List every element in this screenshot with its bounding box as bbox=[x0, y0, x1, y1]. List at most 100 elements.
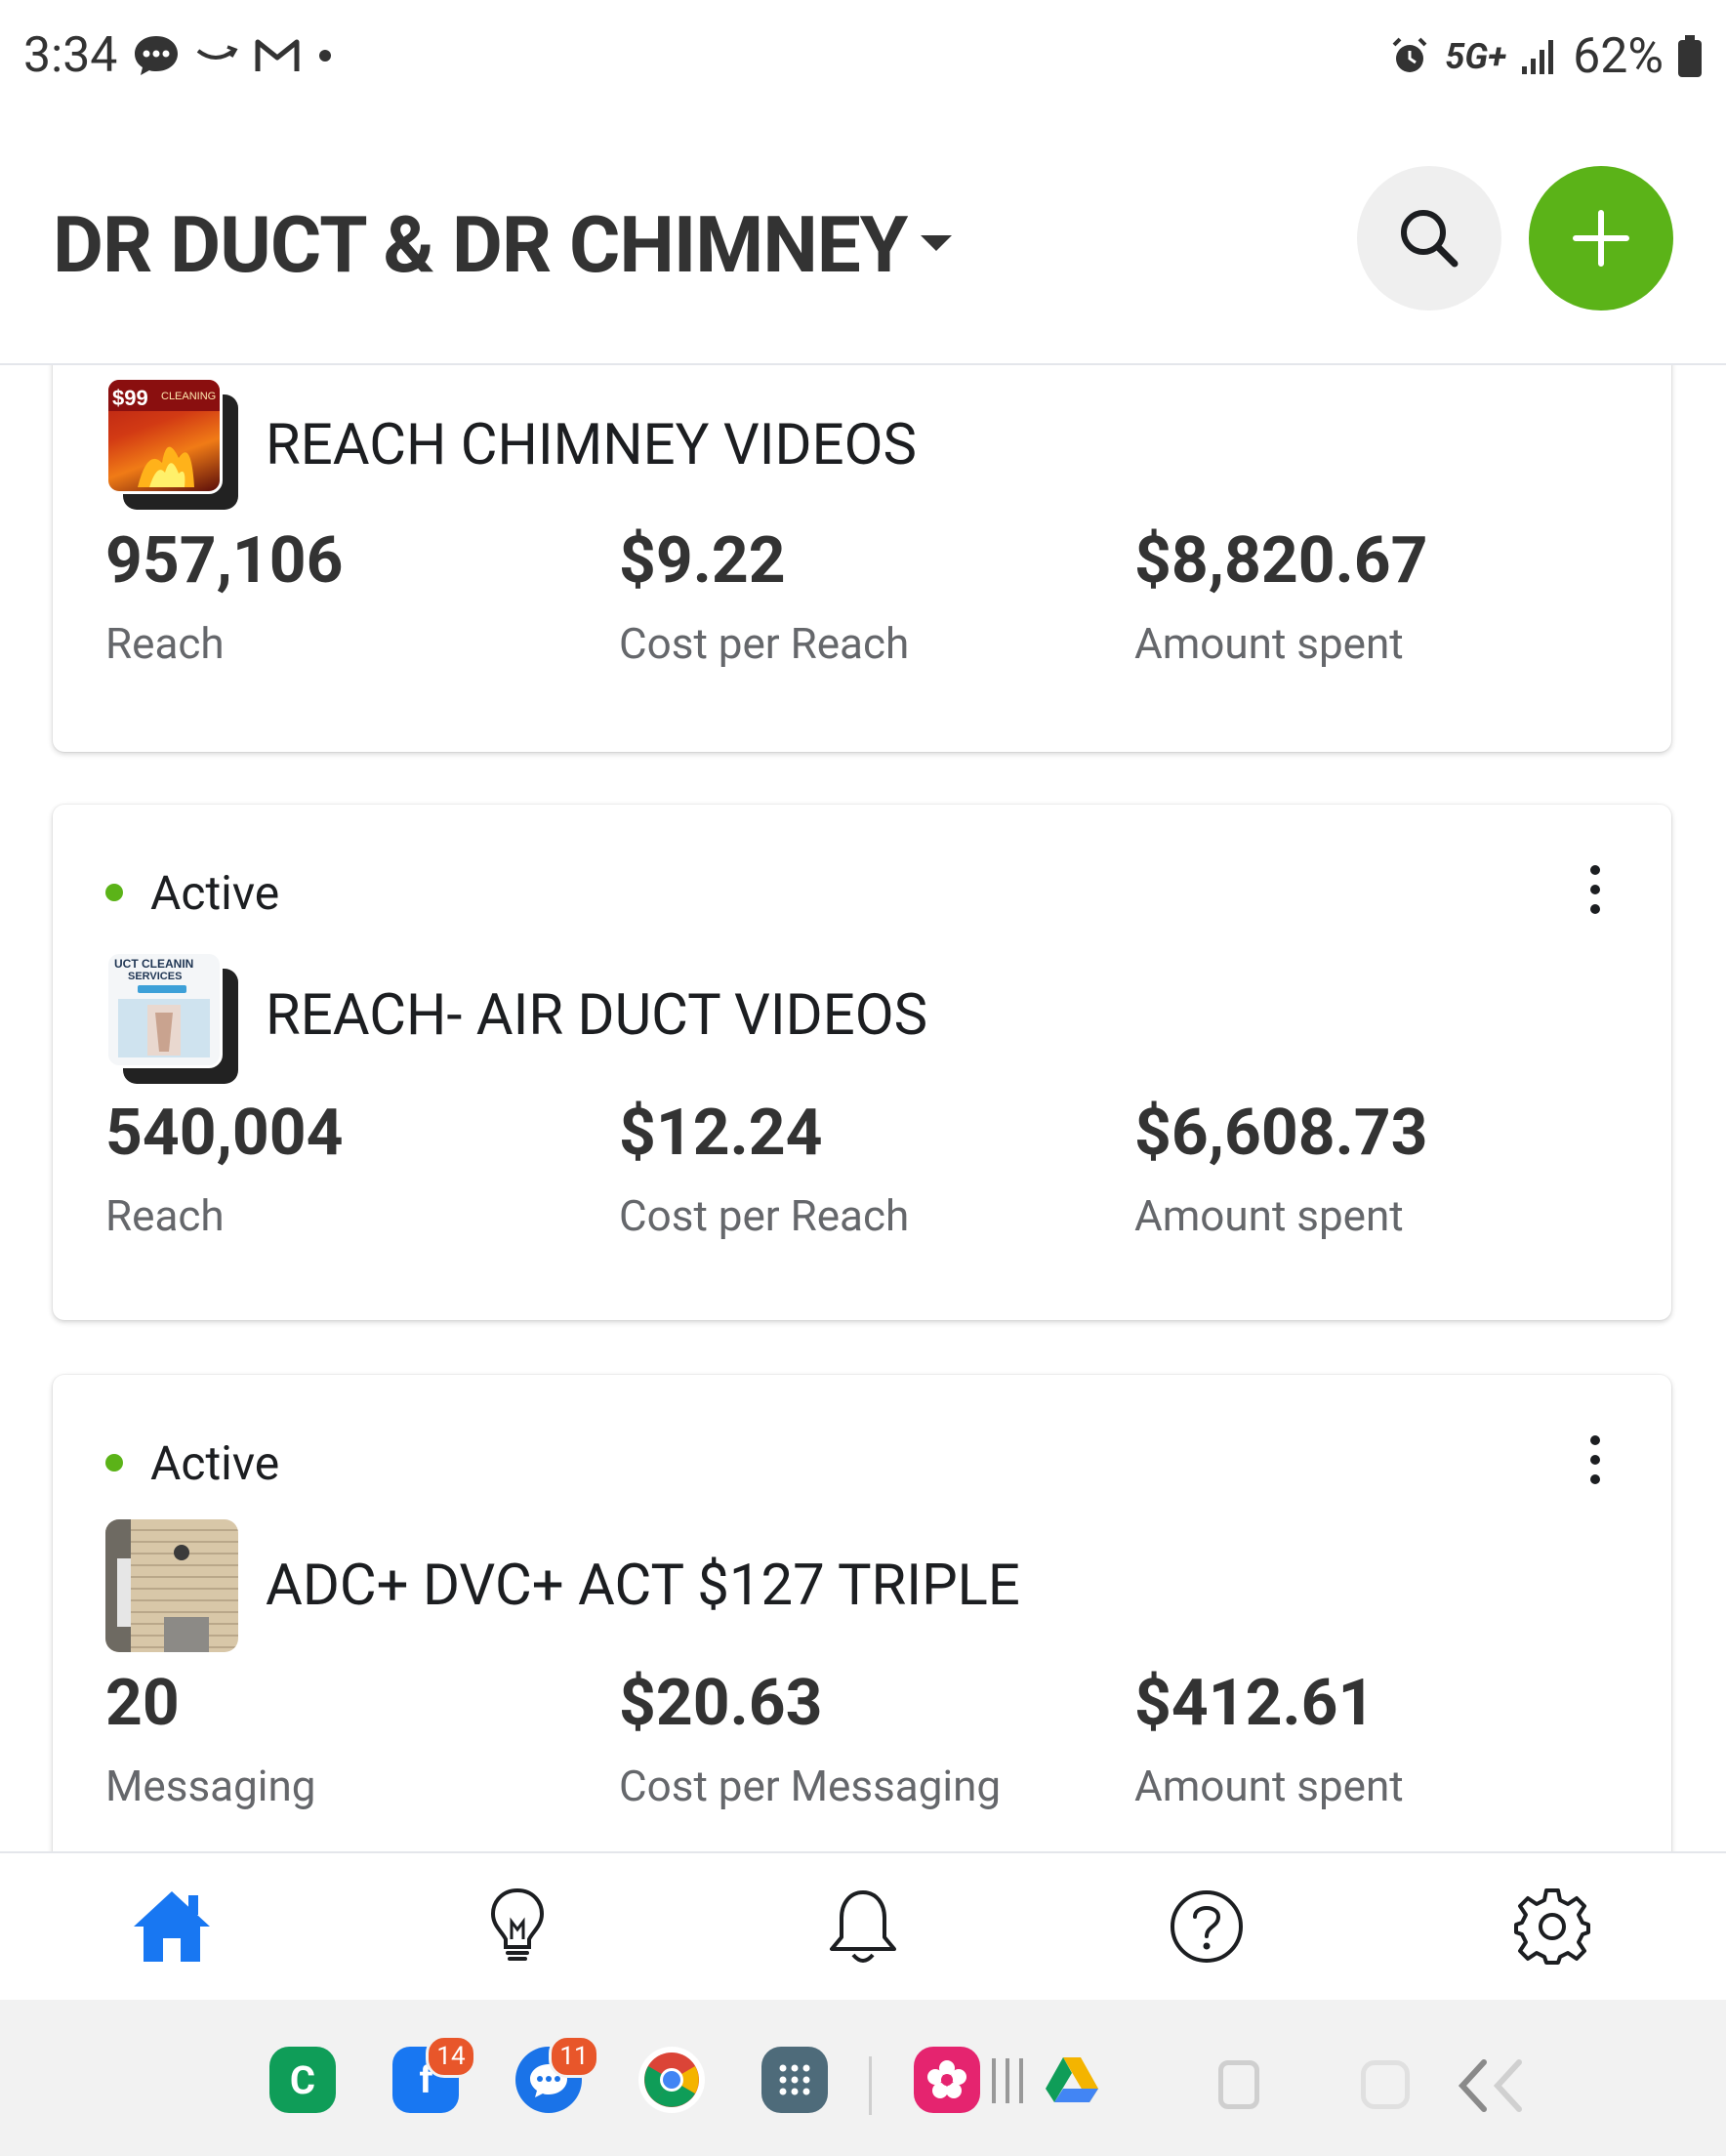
bell-icon bbox=[830, 1890, 896, 1963]
status-time: 3:34 bbox=[23, 27, 118, 84]
account-name: DR DUCT & DR CHIMNEY bbox=[53, 199, 908, 291]
campaign-card[interactable]: Active ADC+ DVC+ ACT $127 TRIPLE 20 Mess… bbox=[53, 1375, 1671, 1851]
metric-value: $6,608.73 bbox=[1134, 1096, 1428, 1171]
more-options-icon[interactable] bbox=[1587, 865, 1603, 914]
network-type: 5G+ bbox=[1445, 36, 1507, 77]
notification-badge: 14 bbox=[426, 2035, 476, 2078]
metric-value: 540,004 bbox=[105, 1096, 344, 1171]
system-taskbar: C f 14 11 bbox=[0, 1998, 1726, 2156]
duct-cleaning-ad-image: UCT CLEANIN SERVICES bbox=[114, 957, 210, 1057]
nav-home[interactable] bbox=[123, 1883, 221, 1970]
more-options-icon[interactable] bbox=[1587, 1435, 1603, 1484]
recents-bars-icon[interactable] bbox=[992, 2058, 1023, 2103]
status-bar: 3:34 5G+ 62% bbox=[0, 0, 1726, 109]
drive-icon bbox=[1046, 2057, 1098, 2102]
metric-value: $20.63 bbox=[619, 1666, 823, 1741]
grid-icon bbox=[779, 2064, 810, 2095]
metric-amount-spent: $6,608.73 Amount spent bbox=[1134, 1096, 1427, 1241]
facebook-app-icon[interactable]: f 14 bbox=[392, 2035, 476, 2113]
lightbulb-icon bbox=[490, 1887, 545, 1961]
app-c-icon[interactable]: C bbox=[269, 2047, 336, 2113]
home-button[interactable] bbox=[1361, 2060, 1410, 2109]
campaign-card[interactable]: Active UCT CLEANIN SERVICES REACH- AIR D… bbox=[53, 805, 1671, 1320]
gmail-icon bbox=[255, 39, 300, 71]
chat-bubble-icon bbox=[135, 36, 178, 75]
plus-icon bbox=[1573, 210, 1629, 267]
amazon-smile-icon bbox=[196, 45, 238, 60]
metric-cost-per-result: $20.63 Cost per Messaging bbox=[619, 1666, 1001, 1811]
campaign-card[interactable]: $99 CLEANING REACH CHIMNEY VIDEOS 957,10… bbox=[53, 365, 1671, 752]
house-vent-image bbox=[105, 1519, 209, 1652]
battery-icon bbox=[1678, 35, 1702, 77]
signal-icon bbox=[1522, 40, 1554, 74]
recent-apps-button[interactable] bbox=[1218, 2060, 1259, 2109]
messages-app-icon[interactable]: 11 bbox=[515, 2035, 599, 2113]
campaign-name: REACH- AIR DUCT VIDEOS bbox=[266, 982, 928, 1049]
notification-icons bbox=[132, 29, 335, 82]
fireplace-ad-image: $99 CLEANING bbox=[108, 380, 220, 487]
metric-label: Cost per Reach bbox=[619, 1190, 910, 1241]
status-label: Active bbox=[150, 864, 280, 921]
flower-icon bbox=[927, 2060, 966, 2098]
system-icons: 5G+ 62% bbox=[1388, 27, 1703, 86]
metric-value: 957,106 bbox=[105, 523, 344, 599]
metric-label: Amount spent bbox=[1134, 1190, 1404, 1241]
back-button[interactable] bbox=[1455, 2056, 1542, 2119]
svg-text:UCT CLEANIN: UCT CLEANIN bbox=[114, 957, 193, 971]
search-button[interactable] bbox=[1357, 166, 1501, 311]
bottom-nav bbox=[0, 1851, 1726, 2000]
metric-value: $8,820.67 bbox=[1134, 523, 1428, 599]
help-icon bbox=[1171, 1890, 1243, 1963]
nav-recommendations[interactable] bbox=[469, 1883, 566, 1970]
google-drive-icon[interactable] bbox=[1039, 2047, 1105, 2113]
dot-icon bbox=[319, 50, 331, 62]
svg-text:$99: $99 bbox=[112, 386, 148, 410]
active-dot bbox=[105, 884, 123, 901]
campaign-list[interactable]: $99 CLEANING REACH CHIMNEY VIDEOS 957,10… bbox=[0, 365, 1726, 1851]
metric-label: Amount spent bbox=[1134, 1761, 1404, 1811]
app-header: DR DUCT & DR CHIMNEY bbox=[0, 109, 1726, 365]
back-icon bbox=[1458, 2059, 1522, 2112]
gear-icon bbox=[1514, 1888, 1590, 1965]
create-button[interactable] bbox=[1529, 166, 1673, 311]
campaign-thumbnail: $99 CLEANING bbox=[105, 377, 238, 510]
metric-label: Cost per Messaging bbox=[619, 1761, 1002, 1811]
chrome-icon bbox=[644, 2052, 699, 2107]
svg-text:CLEANING: CLEANING bbox=[161, 391, 216, 402]
app-drawer-icon[interactable] bbox=[761, 2047, 828, 2113]
metric-cost-per-result: $9.22 Cost per Reach bbox=[619, 523, 909, 669]
status-label: Active bbox=[150, 1434, 280, 1491]
metric-cost-per-result: $12.24 Cost per Reach bbox=[619, 1096, 909, 1241]
svg-text:SERVICES: SERVICES bbox=[128, 971, 182, 982]
battery-percent: 62% bbox=[1573, 28, 1664, 85]
status-indicator: Active bbox=[105, 863, 279, 922]
metric-results: 20 Messaging bbox=[105, 1666, 316, 1811]
taskbar-divider bbox=[869, 2056, 872, 2115]
active-dot bbox=[105, 1454, 123, 1472]
status-indicator: Active bbox=[105, 1433, 279, 1492]
campaign-name: ADC+ DVC+ ACT $127 TRIPLE bbox=[266, 1553, 1020, 1619]
campaign-thumbnail bbox=[105, 1519, 238, 1652]
metric-label: Reach bbox=[105, 1190, 225, 1241]
chrome-app-icon[interactable] bbox=[638, 2047, 705, 2113]
alarm-icon bbox=[1392, 37, 1427, 72]
notification-badge: 11 bbox=[549, 2035, 599, 2078]
caret-down-icon bbox=[921, 234, 953, 251]
metric-amount-spent: $412.61 Amount spent bbox=[1134, 1666, 1404, 1811]
home-icon bbox=[134, 1891, 210, 1962]
metric-results: 957,106 Reach bbox=[105, 523, 343, 669]
metric-label: Cost per Reach bbox=[619, 618, 910, 669]
metric-value: 20 bbox=[105, 1666, 180, 1741]
metric-value: $9.22 bbox=[619, 523, 786, 599]
nav-settings[interactable] bbox=[1503, 1883, 1601, 1970]
metric-label: Reach bbox=[105, 618, 225, 669]
nav-notifications[interactable] bbox=[814, 1883, 912, 1970]
gallery-app-icon[interactable] bbox=[914, 2047, 980, 2113]
campaign-name: REACH CHIMNEY VIDEOS bbox=[266, 412, 917, 478]
metric-amount-spent: $8,820.67 Amount spent bbox=[1134, 523, 1427, 669]
search-icon bbox=[1401, 210, 1459, 268]
metric-results: 540,004 Reach bbox=[105, 1096, 343, 1241]
metric-label: Amount spent bbox=[1134, 618, 1404, 669]
nav-help[interactable] bbox=[1158, 1883, 1255, 1970]
account-selector[interactable]: DR DUCT & DR CHIMNEY bbox=[53, 199, 953, 291]
